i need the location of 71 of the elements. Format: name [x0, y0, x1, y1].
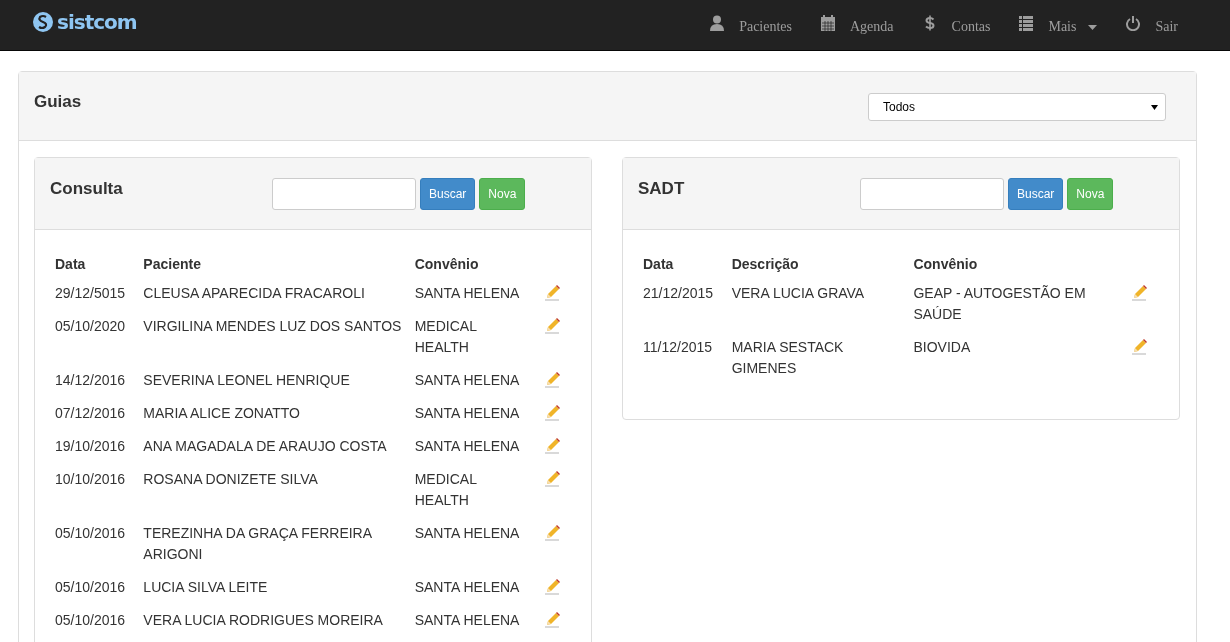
pencil-icon[interactable]: [543, 285, 560, 301]
table-cell-text: BIOVIDA: [913, 338, 972, 357]
caret-icon: [1151, 104, 1158, 110]
logo-icon: [32, 11, 54, 33]
user-icon: [710, 15, 725, 31]
pencil-icon[interactable]: [543, 318, 560, 334]
table-cell-text: SANTA HELENA: [414, 371, 521, 390]
pencil-icon[interactable]: [543, 612, 560, 628]
table-cell: 11/12/2015: [643, 335, 732, 389]
search-field[interactable]: [272, 177, 416, 210]
table-cell: 05/10/2016: [55, 521, 144, 575]
table-cell-text: 07/12/2016: [55, 404, 127, 423]
table-cell: VERA LUCIA RODRIGUES MOREIRA: [143, 608, 415, 641]
list-icon: [1019, 15, 1034, 31]
search-button[interactable]: Buscar: [1008, 177, 1064, 210]
dollar-icon: [922, 15, 937, 31]
table-cell-text: 05/10/2016: [55, 578, 127, 597]
filter-select[interactable]: Todos: [868, 93, 1166, 121]
table-cell: 05/10/2020: [55, 314, 144, 368]
pencil-icon[interactable]: [543, 579, 560, 595]
table-cell: 19/10/2016: [55, 434, 144, 467]
table-cell: ANA MAGADALA DE ARAUJO COSTA: [143, 434, 415, 467]
pencil-icon[interactable]: [543, 471, 560, 487]
calendar-icon: [821, 15, 835, 31]
table-cell: ROSANA DONIZETE SILVA: [143, 467, 415, 521]
column-header: Paciente: [143, 250, 415, 281]
table-cell: MARIA ALICE ZONATTO: [143, 401, 415, 434]
table-cell-text: SANTA HELENA: [414, 437, 521, 456]
table-cell-text: SANTA HELENA: [414, 284, 521, 303]
table-cell-text: MEDICAL HEALTH: [414, 470, 478, 510]
table-cell: CLEUSA APARECIDA FRACAROLI: [143, 281, 415, 314]
table-cell-text: VERA LUCIA GRAVA: [731, 284, 866, 303]
search-button[interactable]: Buscar: [420, 177, 476, 210]
column-header: Convênio: [414, 255, 480, 274]
pencil-icon[interactable]: [543, 438, 560, 454]
table-cell: SEVERINA LEONEL HENRIQUE: [143, 368, 415, 401]
nav-link[interactable]: Agenda: [821, 19, 894, 35]
table-cell-text: 14/12/2016: [55, 371, 127, 390]
column-header: Descrição: [731, 255, 800, 274]
logo-text[interactable]: sistcom: [57, 10, 137, 34]
pencil-icon[interactable]: [1131, 285, 1148, 301]
table-cell: VIRGILINA MENDES LUZ DOS SANTOS: [143, 314, 415, 368]
power-icon: [1126, 15, 1141, 31]
nav-link[interactable]: Sair: [1126, 19, 1178, 35]
column-header: Data: [643, 250, 732, 281]
table-cell: 05/10/2016: [55, 608, 144, 641]
panel-title: Consulta: [50, 178, 124, 199]
panel-title: SADT: [638, 178, 686, 199]
table-cell: 21/12/2015: [643, 281, 732, 335]
pencil-icon[interactable]: [543, 372, 560, 388]
page-title: Guias: [34, 92, 82, 112]
table-cell-text: SANTA HELENA: [414, 578, 521, 597]
table-cell: LUCIA SILVA LEITE: [143, 575, 415, 608]
table-cell-text: MEDICAL HEALTH: [414, 317, 478, 357]
table-cell: TEREZINHA DA GRAÇA FERREIRA ARIGONI: [143, 521, 415, 575]
table-cell-text: MARIA SESTACK GIMENES: [731, 338, 845, 378]
table-cell-text: GEAP - AUTOGESTÃO EM SAÚDE: [913, 284, 1087, 324]
column-header: Convênio: [913, 255, 979, 274]
table-cell-text: SANTA HELENA: [414, 524, 521, 543]
table-cell-text: 29/12/5015: [55, 284, 127, 303]
pencil-icon[interactable]: [1131, 339, 1148, 355]
nav-link[interactable]: Mais: [1019, 19, 1098, 35]
nav-link[interactable]: Contas: [922, 19, 991, 35]
search-field[interactable]: [860, 177, 1004, 210]
nav-link[interactable]: Pacientes: [710, 19, 792, 35]
table-cell-text: 10/10/2016: [55, 470, 127, 489]
column-header: Data: [55, 255, 87, 274]
pencil-icon[interactable]: [543, 525, 560, 541]
table-cell-text: SANTA HELENA: [414, 611, 521, 630]
pencil-icon[interactable]: [543, 405, 560, 421]
table-cell-text: SANTA HELENA: [414, 404, 521, 423]
